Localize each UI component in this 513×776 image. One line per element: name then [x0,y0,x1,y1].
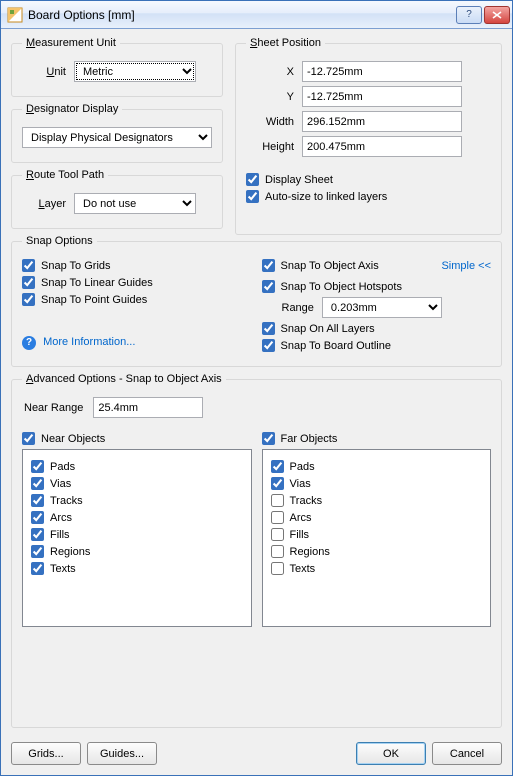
grids-button[interactable]: Grids... [11,742,81,765]
snap-legend: Snap Options [22,235,97,247]
advanced-legend: Advanced Options - Snap to Object Axis [22,373,226,385]
range-select[interactable]: 0.203mm [322,297,442,318]
snap-to-point-guides[interactable]: Snap To Point Guides [22,293,252,306]
width-input[interactable] [302,111,462,132]
sheet-legend: Sheet Position [246,37,325,49]
far-pads[interactable]: Pads [271,460,483,473]
y-label: Y [246,91,302,103]
cancel-button[interactable]: Cancel [432,742,502,765]
client-area: Measurement Unit Unit Metric Designator … [1,29,512,775]
display-sheet-input[interactable] [246,173,259,186]
far-vias[interactable]: Vias [271,477,483,490]
layer-label: Layer [22,198,74,210]
height-label: Height [246,141,302,153]
board-options-dialog: Board Options [mm] ? Measurement Unit Un… [0,0,513,776]
far-tracks[interactable]: Tracks [271,494,483,507]
unit-select[interactable]: Metric [74,61,196,82]
snap-to-object-hotspots[interactable]: Snap To Object Hotspots [262,280,492,293]
near-range-label: Near Range [24,402,83,414]
close-button[interactable] [484,6,510,24]
x-input[interactable] [302,61,462,82]
near-objects-list: Pads Vias Tracks Arcs Fills Regions Text… [22,449,252,627]
far-regions[interactable]: Regions [271,545,483,558]
far-arcs[interactable]: Arcs [271,511,483,524]
display-sheet-checkbox[interactable]: Display Sheet [246,173,491,186]
guides-button[interactable]: Guides... [87,742,157,765]
app-icon [7,7,23,23]
more-information-link[interactable]: ? More Information... [22,336,252,350]
route-legend: Route Tool Path [22,169,108,181]
x-label: X [246,66,302,78]
near-fills[interactable]: Fills [31,528,243,541]
snap-options-group: Snap Options Snap To Grids Snap To Linea… [11,235,502,367]
measurement-legend: Measurement Unit [22,37,120,49]
ok-button[interactable]: OK [356,742,426,765]
footer: Grids... Guides... OK Cancel [11,734,502,765]
near-objects-header[interactable]: Near Objects [22,432,252,445]
near-vias[interactable]: Vias [31,477,243,490]
designator-legend: Designator Display [22,103,122,115]
near-arcs[interactable]: Arcs [31,511,243,524]
near-regions[interactable]: Regions [31,545,243,558]
snap-on-all-layers[interactable]: Snap On All Layers [262,322,492,335]
range-label: Range [282,302,314,314]
auto-size-checkbox[interactable]: Auto-size to linked layers [246,190,491,203]
snap-to-grids[interactable]: Snap To Grids [22,259,252,272]
unit-label: Unit [22,66,74,78]
help-button[interactable]: ? [456,6,482,24]
window-title: Board Options [mm] [28,8,454,22]
designator-display-group: Designator Display Display Physical Desi… [11,103,223,163]
titlebar: Board Options [mm] ? [1,1,512,29]
info-icon: ? [22,336,36,350]
far-fills[interactable]: Fills [271,528,483,541]
far-objects-list: Pads Vias Tracks Arcs Fills Regions Text… [262,449,492,627]
far-texts[interactable]: Texts [271,562,483,575]
far-objects-header[interactable]: Far Objects [262,432,492,445]
near-tracks[interactable]: Tracks [31,494,243,507]
advanced-options-group: Advanced Options - Snap to Object Axis N… [11,373,502,728]
auto-size-input[interactable] [246,190,259,203]
snap-to-linear-guides[interactable]: Snap To Linear Guides [22,276,252,289]
snap-to-object-axis[interactable]: Snap To Object Axis [262,259,442,272]
height-input[interactable] [302,136,462,157]
route-tool-path-group: Route Tool Path Layer Do not use [11,169,223,229]
near-range-input[interactable] [93,397,203,418]
y-input[interactable] [302,86,462,107]
sheet-position-group: Sheet Position X Y Width Height [235,37,502,235]
near-texts[interactable]: Texts [31,562,243,575]
snap-to-board-outline[interactable]: Snap To Board Outline [262,339,492,352]
layer-select[interactable]: Do not use [74,193,196,214]
simple-toggle-link[interactable]: Simple << [441,260,491,272]
designator-select[interactable]: Display Physical Designators [22,127,212,148]
near-pads[interactable]: Pads [31,460,243,473]
measurement-unit-group: Measurement Unit Unit Metric [11,37,223,97]
width-label: Width [246,116,302,128]
